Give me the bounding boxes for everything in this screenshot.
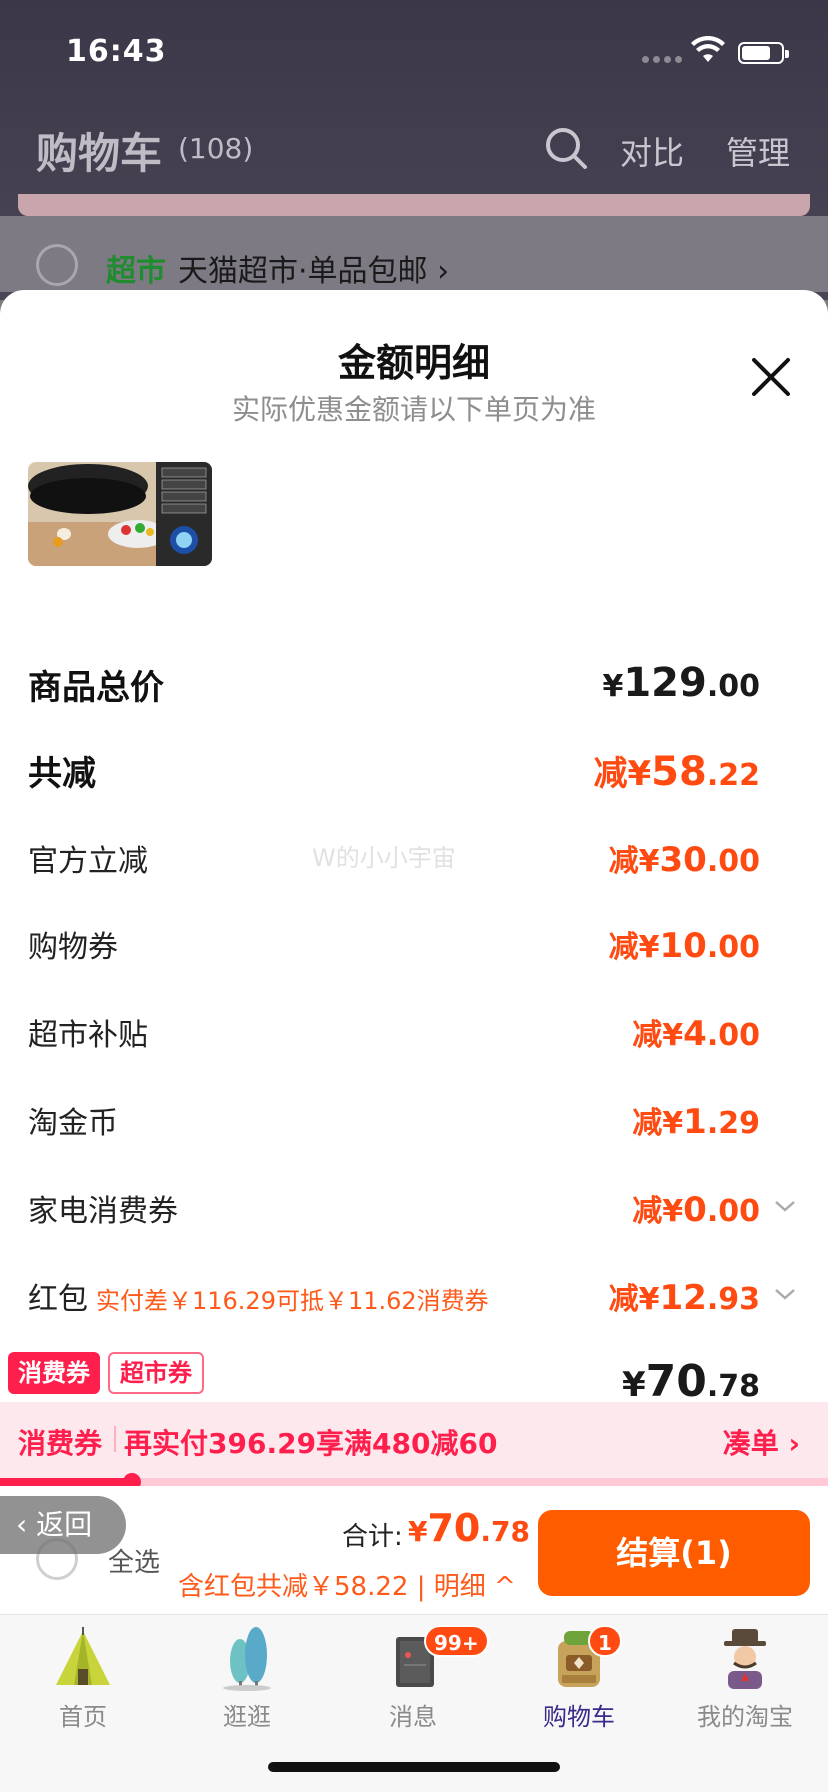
coupon-bar-label: 消费券	[18, 1427, 103, 1460]
chevron-down-icon[interactable]	[774, 1286, 796, 1302]
row-appliance-coupon[interactable]: 家电消费券 减¥0.00	[28, 1186, 800, 1246]
tab-my-taobao[interactable]: 我的淘宝	[670, 1625, 820, 1732]
home-indicator	[268, 1762, 560, 1772]
row-value: 减¥12.93	[608, 1278, 760, 1318]
product-thumbnail[interactable]	[28, 462, 212, 566]
coupon-bar[interactable]: 消费券 再实付396.29享满480减60 凑单 ›	[0, 1402, 828, 1478]
supermarket-coupon-tag[interactable]: 超市券	[108, 1352, 204, 1394]
row-subtotal: 商品总价 ¥129.00	[28, 660, 800, 720]
manage-button[interactable]: 管理	[726, 128, 790, 174]
compare-button[interactable]: 对比	[620, 128, 684, 174]
row-value: 减¥4.00	[632, 1014, 760, 1054]
cart-header: 购物车 (108) 对比 管理	[0, 112, 828, 192]
row-label: 淘金币	[28, 1106, 118, 1141]
row-label: 红包 实付差￥116.29可抵￥11.62消费券	[28, 1282, 489, 1317]
row-shopping-coupon: 购物券 减¥10.00	[28, 922, 800, 982]
home-tent-icon	[56, 1627, 110, 1685]
back-button[interactable]: ‹ 返回	[0, 1496, 126, 1554]
row-value: 减¥30.00	[608, 840, 760, 880]
row-value: ¥129.00	[602, 660, 760, 706]
select-all-label[interactable]: 全选	[108, 1542, 160, 1579]
row-value: 减¥10.00	[608, 926, 760, 966]
sheet-title: 金额明细	[337, 341, 490, 385]
coupon-progress-fill	[0, 1478, 133, 1486]
row-label: 共减	[28, 754, 96, 794]
page-title: 购物车	[36, 129, 163, 178]
status-bar: 16:43	[0, 0, 828, 100]
tab-home[interactable]: 首页	[8, 1625, 158, 1732]
tab-cart[interactable]: 购物车 1	[504, 1625, 654, 1732]
close-icon[interactable]	[748, 354, 794, 400]
row-label: 家电消费券	[28, 1194, 178, 1229]
total-value: ¥70.78	[408, 1506, 530, 1550]
row-value: ¥70.78	[621, 1356, 760, 1407]
tab-label: 购物车	[543, 1703, 615, 1731]
sheet-subtitle: 实际优惠金额请以下单页为准	[231, 393, 596, 426]
red-packet-note: 实付差￥116.29可抵￥11.62消费券	[96, 1287, 489, 1315]
store-tag: 超市	[106, 254, 166, 289]
coupon-bar-divider	[114, 1426, 116, 1452]
row-label: 超市补贴	[28, 1018, 148, 1053]
checkout-button[interactable]: 结算(1)	[538, 1510, 810, 1596]
total-detail-toggle[interactable]: 含红包共减￥58.22 | 明细 ^	[178, 1566, 516, 1603]
row-label: 购物券	[28, 930, 118, 965]
row-label: 商品总价	[28, 668, 164, 708]
profile-man-icon	[724, 1629, 766, 1689]
search-icon[interactable]	[544, 126, 588, 170]
amount-detail-sheet: 金额明细 实际优惠金额请以下单页为准 W的小小宇宙 商品总价 ¥129.00 共…	[0, 290, 828, 1500]
row-value: 减¥58.22	[593, 749, 761, 795]
row-supermarket-subsidy: 超市补贴 减¥4.00	[28, 1010, 800, 1070]
coupon-tags: 消费券 超市券	[8, 1352, 204, 1394]
coupon-bar-text: 再实付396.29享满480减60	[124, 1427, 498, 1460]
promo-strip	[18, 194, 810, 216]
add-items-link[interactable]: 凑单 ›	[723, 1422, 800, 1462]
cellular-signal-icon	[642, 56, 682, 64]
coupon-progress-bar	[0, 1473, 828, 1491]
total-label: 合计:	[342, 1522, 403, 1552]
cart-count: (108)	[178, 132, 254, 165]
wifi-icon	[691, 36, 725, 62]
store-select-radio[interactable]	[36, 244, 78, 286]
row-label: 官方立减	[28, 844, 148, 879]
status-time: 16:43	[66, 34, 167, 69]
tab-messages[interactable]: 消息 99+	[338, 1625, 489, 1732]
row-red-packet[interactable]: 红包 实付差￥116.29可抵￥11.62消费券 减¥12.93	[28, 1274, 800, 1334]
checkout-bar: 全选 ‹ 返回 合计: ¥70.78 含红包共减￥58.22 | 明细 ^ 结算…	[0, 1486, 828, 1614]
row-value: 减¥1.29	[632, 1102, 760, 1142]
store-name-link[interactable]: 天猫超市·单品包邮 ›	[178, 246, 449, 290]
row-value: 减¥0.00	[632, 1190, 760, 1230]
messages-badge: 99+	[424, 1625, 489, 1657]
consumer-coupon-tag[interactable]: 消费券	[8, 1352, 100, 1394]
tab-label: 消息	[389, 1703, 437, 1731]
tab-label: 我的淘宝	[697, 1703, 793, 1731]
store-row[interactable]: 超市 天猫超市·单品包邮 ›	[0, 216, 828, 292]
row-official-discount: 官方立减 减¥30.00	[28, 836, 800, 896]
tab-label: 逛逛	[223, 1703, 271, 1731]
cart-badge: 1	[588, 1625, 622, 1657]
battery-icon	[738, 42, 789, 64]
tab-explore[interactable]: 逛逛	[172, 1625, 322, 1732]
chevron-down-icon[interactable]	[774, 1198, 796, 1214]
trees-icon	[223, 1627, 271, 1691]
row-total-reduction: 共减 减¥58.22	[28, 746, 800, 806]
row-taojinbi: 淘金币 减¥1.29	[28, 1098, 800, 1158]
tab-label: 首页	[59, 1703, 107, 1731]
